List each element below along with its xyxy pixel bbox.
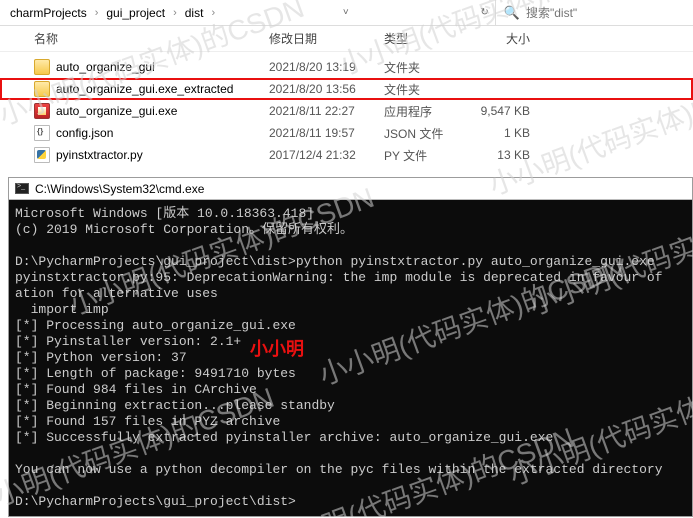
file-type: 应用程序 (384, 103, 460, 120)
file-type: JSON 文件 (384, 125, 460, 142)
file-type: 文件夹 (384, 81, 460, 98)
file-date: 2021/8/11 19:57 (269, 126, 384, 140)
file-name: auto_organize_gui.exe (56, 104, 269, 118)
breadcrumb-segment[interactable]: gui_project (100, 4, 171, 22)
file-name: auto_organize_gui.exe_extracted (56, 82, 269, 96)
col-size[interactable]: 大小 (460, 30, 530, 47)
chevron-right-icon: › (209, 7, 217, 19)
file-row[interactable]: auto_organize_gui.exe_extracted2021/8/20… (0, 78, 693, 100)
col-name[interactable]: 名称 (34, 30, 269, 47)
search-icon: 🔍 (504, 5, 520, 21)
folder-icon (34, 81, 50, 97)
file-date: 2021/8/20 13:56 (269, 82, 384, 96)
exe-icon (34, 103, 50, 119)
file-date: 2021/8/11 22:27 (269, 104, 384, 118)
file-date: 2017/12/4 21:32 (269, 148, 384, 162)
search-input[interactable] (526, 6, 681, 20)
file-name: pyinstxtractor.py (56, 148, 269, 162)
chevron-down-icon[interactable]: ˅ (343, 7, 349, 18)
cmd-output[interactable]: Microsoft Windows [版本 10.0.18363.418] (c… (9, 200, 692, 518)
col-type[interactable]: 类型 (384, 30, 460, 47)
column-headers: 名称 修改日期 类型 大小 (0, 26, 693, 52)
breadcrumb-segment[interactable]: dist (179, 4, 210, 22)
file-size: 9,547 KB (460, 104, 530, 118)
breadcrumb-segment[interactable]: charmProjects (4, 4, 93, 22)
file-row[interactable]: config.json2021/8/11 19:57JSON 文件1 KB (0, 122, 693, 144)
file-size: 1 KB (460, 126, 530, 140)
refresh-icon[interactable]: ↻ (480, 7, 488, 18)
file-row[interactable]: auto_organize_gui.exe2021/8/11 22:27应用程序… (0, 100, 693, 122)
folder-icon (34, 59, 50, 75)
col-date[interactable]: 修改日期 (269, 30, 384, 47)
file-name: config.json (56, 126, 269, 140)
file-type: 文件夹 (384, 59, 460, 76)
file-type: PY 文件 (384, 147, 460, 164)
file-row[interactable]: pyinstxtractor.py2017/12/4 21:32PY 文件13 … (0, 144, 693, 166)
cmd-window: C:\Windows\System32\cmd.exe Microsoft Wi… (8, 177, 693, 517)
breadcrumb: charmProjects › gui_project › dist › ˅ ↻… (0, 0, 693, 26)
file-row[interactable]: auto_organize_gui2021/8/20 13:19文件夹 (0, 56, 693, 78)
cmd-titlebar[interactable]: C:\Windows\System32\cmd.exe (9, 178, 692, 200)
file-date: 2021/8/20 13:19 (269, 60, 384, 74)
chevron-right-icon: › (171, 7, 179, 19)
search-box[interactable]: 🔍 (495, 0, 689, 25)
py-icon (34, 147, 50, 163)
file-size: 13 KB (460, 148, 530, 162)
json-icon (34, 125, 50, 141)
file-name: auto_organize_gui (56, 60, 269, 74)
cmd-icon (15, 183, 29, 194)
chevron-right-icon: › (93, 7, 101, 19)
cmd-title-text: C:\Windows\System32\cmd.exe (35, 182, 204, 196)
file-list: auto_organize_gui2021/8/20 13:19文件夹auto_… (0, 52, 693, 166)
